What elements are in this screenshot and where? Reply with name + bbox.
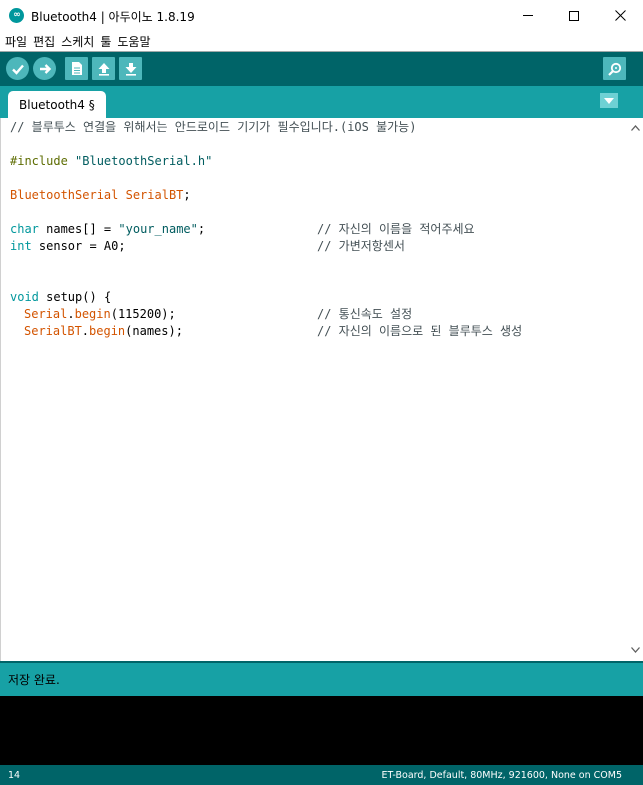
- board-info: ET-Board, Default, 80MHz, 921600, None o…: [381, 769, 622, 781]
- menu-sketch[interactable]: 스케치: [60, 33, 99, 50]
- new-button[interactable]: [65, 57, 88, 80]
- editor-scrollbar[interactable]: [627, 118, 643, 661]
- scroll-up-button[interactable]: [627, 120, 643, 136]
- close-button[interactable]: [597, 0, 643, 31]
- maximize-icon: [569, 10, 579, 21]
- chevron-up-icon: [630, 125, 640, 131]
- save-button[interactable]: [119, 57, 142, 80]
- code-line-13-comment: // 자신의 이름으로 된 블루투스 생성: [317, 324, 523, 338]
- minimize-button[interactable]: [505, 0, 551, 31]
- menu-tools[interactable]: 툴: [99, 33, 116, 50]
- open-button[interactable]: [92, 57, 115, 80]
- scroll-down-button[interactable]: [627, 642, 643, 658]
- save-down-arrow-icon: [125, 62, 136, 76]
- code-editor[interactable]: // 블루투스 연결을 위해서는 안드로이드 기기가 필수입니다.(iOS 불가…: [0, 118, 627, 661]
- minimize-icon: [523, 15, 533, 16]
- menu-edit[interactable]: 편집: [32, 33, 60, 50]
- code-line-13: SerialBT.begin(names);: [24, 324, 183, 338]
- chevron-down-icon: [604, 97, 614, 104]
- code-line-12-comment: // 통신속도 설정: [317, 307, 413, 321]
- code-line-8: int sensor = A0;: [10, 239, 126, 253]
- title-bar: ∞ Bluetooth4 | 아두이노 1.8.19: [0, 0, 643, 31]
- code-line-8-comment: // 가변저항센서: [317, 239, 405, 253]
- tab-bluetooth4[interactable]: Bluetooth4 §: [8, 91, 106, 118]
- maximize-button[interactable]: [551, 0, 597, 31]
- code-line-5: BluetoothSerial SerialBT;: [10, 188, 191, 202]
- serial-monitor-magnifier-icon: [607, 62, 621, 76]
- upload-arrow-icon: [39, 63, 51, 74]
- toolbar: [0, 51, 643, 86]
- code-line-7: char names[] = "your_name";: [10, 222, 206, 236]
- menu-bar: 파일 편집 스케치 툴 도움말: [0, 31, 643, 51]
- tab-menu-button[interactable]: [600, 93, 618, 108]
- footer-bar: 14 ET-Board, Default, 80MHz, 921600, Non…: [0, 765, 643, 785]
- code-line-1: // 블루투스 연결을 위해서는 안드로이드 기기가 필수입니다.(iOS 불가…: [10, 120, 417, 134]
- window-title: Bluetooth4 | 아두이노 1.8.19: [31, 10, 195, 24]
- upload-button[interactable]: [33, 57, 56, 80]
- serial-monitor-button[interactable]: [603, 57, 626, 80]
- open-up-arrow-icon: [98, 62, 109, 76]
- tab-strip: Bluetooth4 §: [0, 86, 643, 118]
- status-bar: 저장 완료.: [0, 661, 643, 696]
- console-output[interactable]: [0, 696, 643, 765]
- verify-button[interactable]: [6, 57, 29, 80]
- arduino-logo-icon: ∞: [9, 8, 24, 23]
- verify-check-icon: [11, 64, 24, 75]
- menu-help[interactable]: 도움말: [116, 33, 155, 50]
- menu-file[interactable]: 파일: [4, 33, 32, 50]
- code-line-12: Serial.begin(115200);: [24, 307, 176, 321]
- line-number: 14: [8, 769, 21, 781]
- new-file-icon: [71, 62, 82, 75]
- status-message: 저장 완료.: [8, 673, 60, 687]
- code-line-11: void setup() {: [10, 290, 112, 304]
- code-line-3: #include "BluetoothSerial.h": [10, 154, 213, 168]
- chevron-down-icon: [630, 647, 640, 653]
- close-icon: [614, 10, 626, 21]
- code-line-7-comment: // 자신의 이름을 적어주세요: [317, 222, 475, 236]
